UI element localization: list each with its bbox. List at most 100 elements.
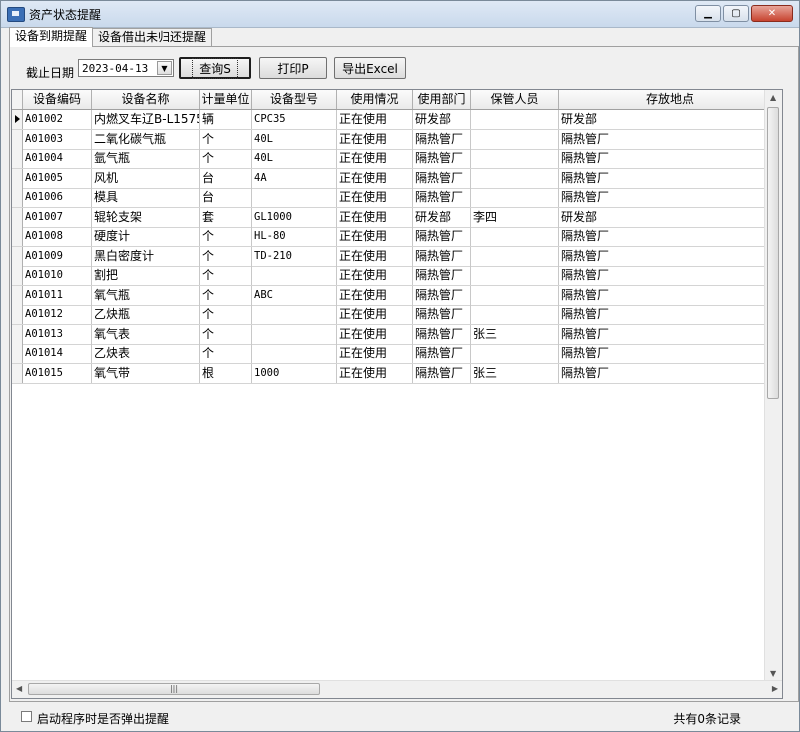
cell-usage-status[interactable]: 正在使用 bbox=[337, 344, 413, 363]
cell-model[interactable]: ABC bbox=[252, 285, 337, 305]
asset-table[interactable]: 设备编码 设备名称 计量单位 设备型号 使用情况 使用部门 保管人员 存放地点 A01002 内… bbox=[11, 89, 783, 699]
cell-custodian[interactable] bbox=[471, 110, 559, 129]
cell-model[interactable]: 1000 bbox=[252, 363, 337, 383]
cell-custodian[interactable]: 李四 bbox=[471, 207, 559, 227]
cell-department[interactable]: 隔热管厂 bbox=[413, 188, 471, 207]
cell-model[interactable]: 40L bbox=[252, 129, 337, 149]
cell-custodian[interactable] bbox=[471, 246, 559, 266]
cell-custodian[interactable] bbox=[471, 168, 559, 188]
cell-unit[interactable]: 辆 bbox=[200, 110, 252, 129]
cell-location[interactable]: 研发部 bbox=[559, 207, 782, 227]
cell-location[interactable]: 隔热管厂 bbox=[559, 227, 782, 246]
scroll-up-icon[interactable]: ▲ bbox=[770, 93, 776, 102]
cell-unit[interactable]: 个 bbox=[200, 266, 252, 285]
tab-unreturned-reminder[interactable]: 设备借出未归还提醒 bbox=[92, 28, 213, 46]
cell-model[interactable] bbox=[252, 188, 337, 207]
cell-unit[interactable]: 个 bbox=[200, 305, 252, 324]
cell-model[interactable]: 4A bbox=[252, 168, 337, 188]
cell-asset-code[interactable]: A01007 bbox=[23, 207, 92, 227]
table-row[interactable]: A01012 乙炔瓶个正在使用 隔热管厂 隔热管厂 bbox=[12, 305, 782, 325]
cell-location[interactable]: 隔热管厂 bbox=[559, 363, 782, 383]
cell-department[interactable]: 隔热管厂 bbox=[413, 246, 471, 266]
row-selector[interactable] bbox=[12, 188, 23, 207]
table-row[interactable]: A01007 辊轮支架套 GL1000 正在使用 研发部 李四 研发部 bbox=[12, 207, 782, 228]
row-selector[interactable] bbox=[12, 324, 23, 344]
scroll-right-icon[interactable]: ▶ bbox=[772, 684, 778, 693]
cell-location[interactable]: 隔热管厂 bbox=[559, 324, 782, 344]
table-row[interactable]: A01011 氧气瓶个 ABC 正在使用 隔热管厂 隔热管厂 bbox=[12, 285, 782, 306]
cell-department[interactable]: 隔热管厂 bbox=[413, 129, 471, 149]
row-selector[interactable] bbox=[12, 305, 23, 324]
tab-expiry-reminder[interactable]: 设备到期提醒 bbox=[9, 27, 94, 47]
table-row[interactable]: A01006 模具台正在使用 隔热管厂 隔热管厂 bbox=[12, 188, 782, 208]
column-header-asset-code[interactable]: 设备编码 bbox=[23, 90, 92, 109]
table-row[interactable]: A01002 内燃叉车辽B-L1575 辆 CPC35 正在使用 研发部 研发部 bbox=[12, 110, 782, 130]
cell-department[interactable]: 隔热管厂 bbox=[413, 344, 471, 363]
table-row[interactable]: A01013 氧气表个正在使用 隔热管厂 张三 隔热管厂 bbox=[12, 324, 782, 345]
cell-unit[interactable]: 个 bbox=[200, 285, 252, 305]
cell-department[interactable]: 隔热管厂 bbox=[413, 149, 471, 168]
popup-on-start-label[interactable]: 启动程序时是否弹出提醒 bbox=[37, 710, 169, 727]
cell-asset-code[interactable]: A01009 bbox=[23, 246, 92, 266]
cell-usage-status[interactable]: 正在使用 bbox=[337, 266, 413, 285]
row-selector[interactable] bbox=[12, 227, 23, 246]
close-icon[interactable]: ✕ bbox=[751, 5, 793, 22]
cell-location[interactable]: 隔热管厂 bbox=[559, 305, 782, 324]
cell-asset-name[interactable]: 氧气瓶 bbox=[92, 285, 200, 305]
current-row-indicator-icon[interactable] bbox=[12, 110, 23, 129]
column-header-model[interactable]: 设备型号 bbox=[252, 90, 337, 109]
cell-asset-name[interactable]: 风机 bbox=[92, 168, 200, 188]
cell-unit[interactable]: 根 bbox=[200, 363, 252, 383]
cell-asset-name[interactable]: 二氧化碳气瓶 bbox=[92, 129, 200, 149]
table-row[interactable]: A01014 乙炔表个正在使用 隔热管厂 隔热管厂 bbox=[12, 344, 782, 364]
table-row[interactable]: A01010 割把个正在使用 隔热管厂 隔热管厂 bbox=[12, 266, 782, 286]
scroll-down-icon[interactable]: ▼ bbox=[770, 669, 776, 678]
cell-department[interactable]: 隔热管厂 bbox=[413, 168, 471, 188]
cell-asset-code[interactable]: A01010 bbox=[23, 266, 92, 285]
cell-department[interactable]: 隔热管厂 bbox=[413, 324, 471, 344]
popup-on-start-checkbox[interactable] bbox=[21, 711, 32, 722]
cell-location[interactable]: 隔热管厂 bbox=[559, 266, 782, 285]
export-excel-button[interactable]: 导出Excel bbox=[334, 57, 406, 79]
cell-custodian[interactable] bbox=[471, 266, 559, 285]
cell-unit[interactable]: 个 bbox=[200, 227, 252, 246]
cell-model[interactable] bbox=[252, 344, 337, 363]
cell-usage-status[interactable]: 正在使用 bbox=[337, 305, 413, 324]
cell-unit[interactable]: 个 bbox=[200, 324, 252, 344]
vertical-scroll-thumb[interactable] bbox=[767, 107, 779, 399]
cell-custodian[interactable] bbox=[471, 227, 559, 246]
cell-model[interactable]: TD-210 bbox=[252, 246, 337, 266]
cell-custodian[interactable] bbox=[471, 188, 559, 207]
column-header-unit[interactable]: 计量单位 bbox=[200, 90, 252, 109]
cell-location[interactable]: 隔热管厂 bbox=[559, 129, 782, 149]
cell-usage-status[interactable]: 正在使用 bbox=[337, 168, 413, 188]
cell-asset-name[interactable]: 黑白密度计 bbox=[92, 246, 200, 266]
row-selector[interactable] bbox=[12, 246, 23, 266]
table-row[interactable]: A01015 氧气带根 1000 正在使用 隔热管厂 张三 隔热管厂 bbox=[12, 363, 782, 384]
cell-location[interactable]: 隔热管厂 bbox=[559, 168, 782, 188]
cell-custodian[interactable] bbox=[471, 305, 559, 324]
cell-usage-status[interactable]: 正在使用 bbox=[337, 207, 413, 227]
row-selector[interactable] bbox=[12, 207, 23, 227]
cell-asset-code[interactable]: A01011 bbox=[23, 285, 92, 305]
cell-model[interactable]: CPC35 bbox=[252, 110, 337, 129]
cell-asset-name[interactable]: 割把 bbox=[92, 266, 200, 285]
cell-asset-code[interactable]: A01004 bbox=[23, 149, 92, 168]
cell-custodian[interactable] bbox=[471, 129, 559, 149]
cell-model[interactable]: 40L bbox=[252, 149, 337, 168]
cell-usage-status[interactable]: 正在使用 bbox=[337, 285, 413, 305]
cell-unit[interactable]: 个 bbox=[200, 149, 252, 168]
cell-unit[interactable]: 个 bbox=[200, 246, 252, 266]
cell-asset-name[interactable]: 内燃叉车辽B-L1575 bbox=[92, 110, 200, 129]
cell-location[interactable]: 隔热管厂 bbox=[559, 188, 782, 207]
horizontal-scrollbar[interactable]: ◀ ||| ▶ bbox=[12, 680, 782, 698]
row-selector[interactable] bbox=[12, 149, 23, 168]
cell-asset-code[interactable]: A01003 bbox=[23, 129, 92, 149]
cell-usage-status[interactable]: 正在使用 bbox=[337, 324, 413, 344]
cell-location[interactable]: 隔热管厂 bbox=[559, 246, 782, 266]
cell-asset-code[interactable]: A01015 bbox=[23, 363, 92, 383]
cell-department[interactable]: 隔热管厂 bbox=[413, 266, 471, 285]
cell-location[interactable]: 隔热管厂 bbox=[559, 149, 782, 168]
cell-asset-name[interactable]: 模具 bbox=[92, 188, 200, 207]
cell-asset-name[interactable]: 乙炔表 bbox=[92, 344, 200, 363]
